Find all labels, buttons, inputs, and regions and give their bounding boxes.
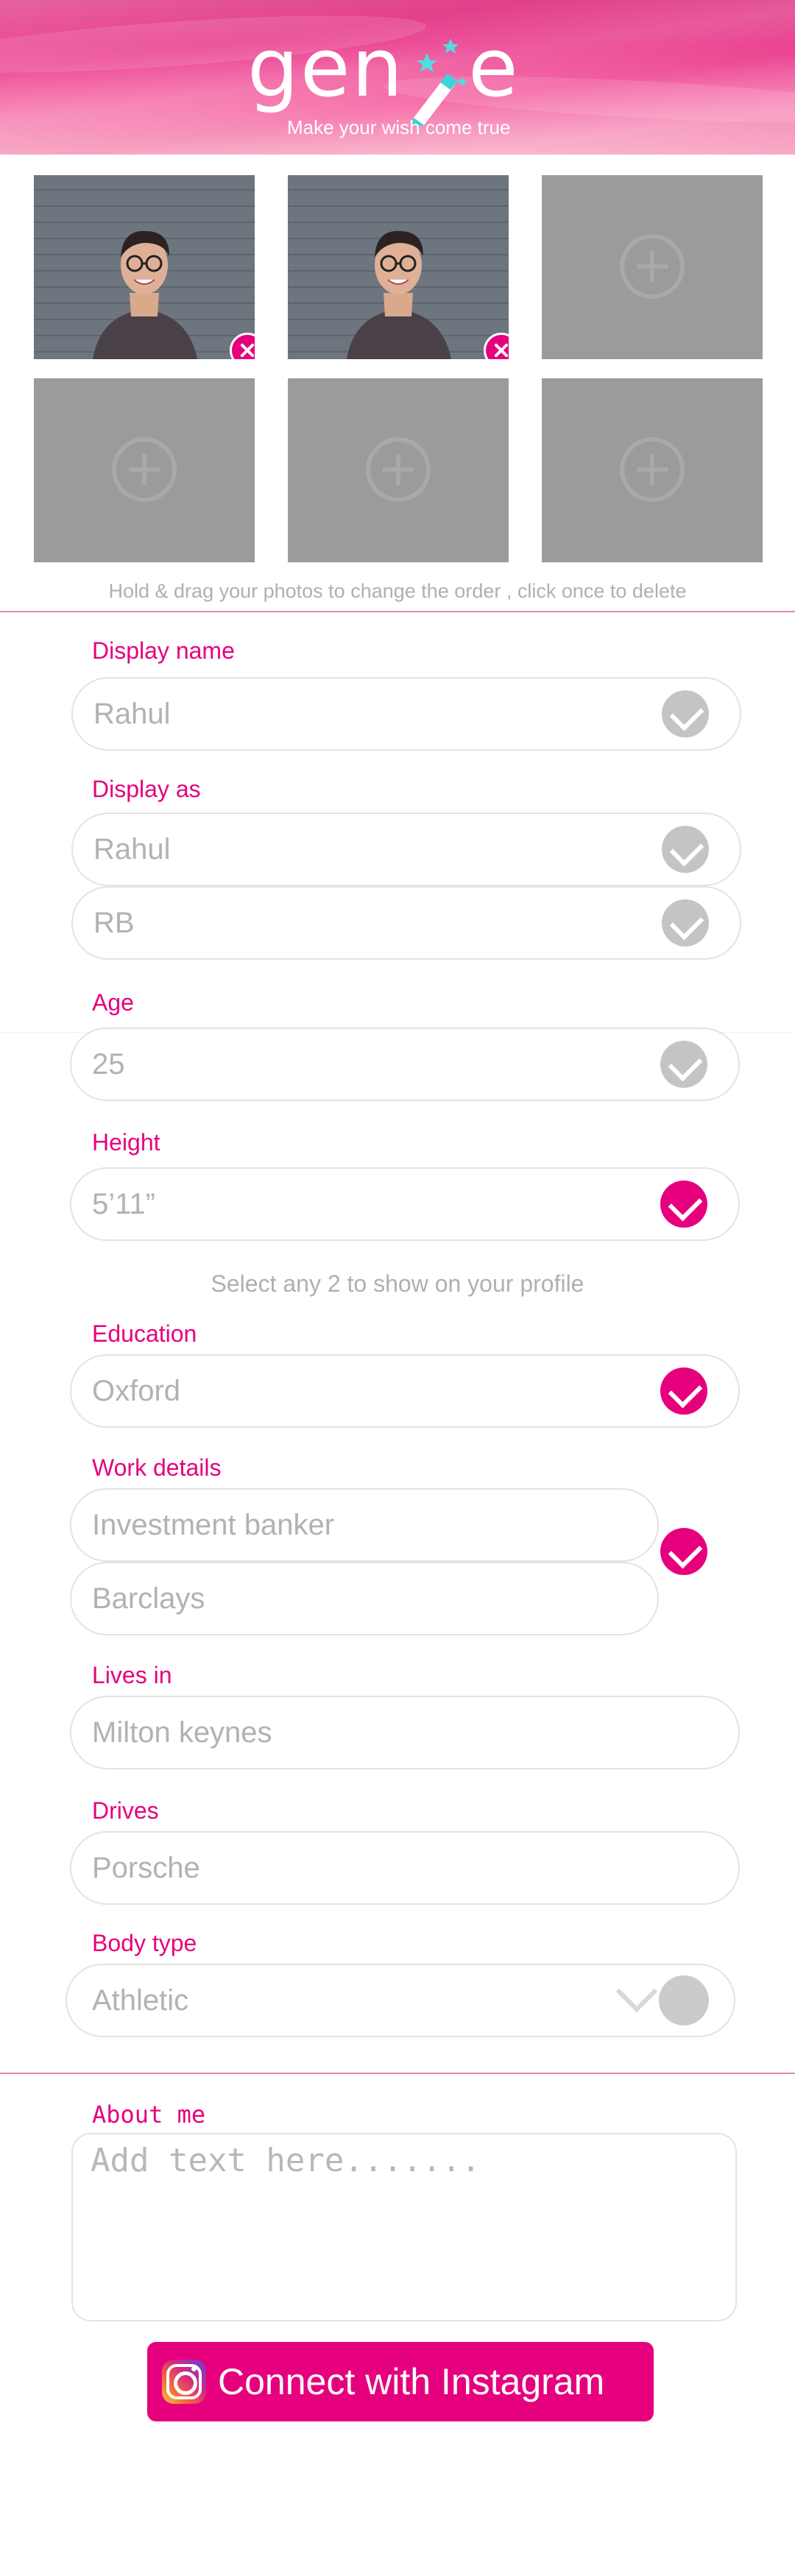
work-details-label: Work details	[92, 1454, 222, 1481]
work-title-field[interactable]: Investment banker	[70, 1488, 659, 1562]
display-name-field[interactable]: Rahul	[71, 677, 741, 751]
check-icon[interactable]	[662, 899, 709, 946]
add-photo-icon	[112, 437, 177, 502]
age-field[interactable]: 25	[70, 1027, 740, 1101]
chevron-down-icon	[615, 1970, 658, 2013]
profile-photo	[34, 175, 255, 359]
photo-hint: Hold & drag your photos to change the or…	[108, 580, 687, 602]
about-me-textarea[interactable]: Add text here.......	[71, 2133, 737, 2321]
work-title-value: Investment banker	[92, 1509, 335, 1541]
photo-slot-4[interactable]	[34, 378, 255, 562]
education-field[interactable]: Oxford	[70, 1354, 740, 1428]
drives-value: Porsche	[92, 1852, 200, 1884]
photo-slot-2[interactable]	[288, 175, 509, 359]
divider	[0, 2073, 795, 2074]
education-label: Education	[92, 1320, 197, 1347]
lives-in-label: Lives in	[92, 1662, 172, 1688]
display-as-field-2[interactable]: RB	[71, 886, 741, 960]
tagline: Make your wish come true	[287, 116, 511, 138]
body-type-label: Body type	[92, 1930, 197, 1956]
divider	[0, 611, 795, 612]
lives-in-field[interactable]: Milton keynes	[70, 1696, 740, 1769]
logo-text-right: e	[468, 21, 520, 115]
display-name-label: Display name	[92, 637, 235, 664]
check-icon[interactable]	[660, 1041, 707, 1088]
drives-label: Drives	[92, 1797, 159, 1824]
lives-in-value: Milton keynes	[92, 1716, 272, 1749]
add-photo-icon	[366, 437, 431, 502]
photo-slot-5[interactable]	[288, 378, 509, 562]
check-icon[interactable]	[662, 690, 709, 737]
height-label: Height	[92, 1129, 160, 1156]
profile-photo	[288, 175, 509, 359]
display-name-value: Rahul	[93, 698, 171, 730]
logo-text-left: gen	[247, 21, 405, 115]
height-field[interactable]: 5’11”	[70, 1167, 740, 1241]
body-type-select[interactable]: Athletic	[66, 1964, 735, 2037]
check-icon[interactable]	[662, 826, 709, 873]
display-as-label: Display as	[92, 776, 201, 802]
check-icon[interactable]	[660, 1367, 707, 1415]
height-value: 5’11”	[92, 1188, 155, 1220]
magic-wand-icon	[412, 38, 467, 127]
instagram-icon	[162, 2360, 206, 2404]
age-label: Age	[92, 989, 134, 1016]
select-hint: Select any 2 to show on your profile	[211, 1270, 584, 1297]
display-as-value-2: RB	[93, 907, 135, 939]
age-value: 25	[92, 1048, 125, 1080]
genie-logo: gen e	[247, 21, 542, 127]
body-type-value: Athletic	[92, 1984, 189, 2017]
about-me-placeholder: Add text here.......	[91, 2142, 481, 2179]
work-company-field[interactable]: Barclays	[70, 1562, 659, 1635]
drives-field[interactable]: Porsche	[70, 1831, 740, 1905]
work-company-value: Barclays	[92, 1582, 205, 1615]
connect-instagram-button[interactable]: Connect with Instagram	[147, 2342, 654, 2421]
check-icon[interactable]	[660, 1528, 707, 1575]
photo-slot-3[interactable]	[542, 175, 763, 359]
check-icon[interactable]	[660, 1181, 707, 1228]
add-photo-icon	[620, 437, 685, 502]
display-as-value-1: Rahul	[93, 833, 171, 866]
connect-instagram-label: Connect with Instagram	[218, 2361, 605, 2402]
photo-slot-6[interactable]	[542, 378, 763, 562]
app-header: gen e Make your wish come true	[0, 0, 795, 155]
toggle-knob-icon[interactable]	[659, 1975, 709, 2025]
photo-slot-1[interactable]	[34, 175, 255, 359]
about-me-label: About me	[92, 2101, 206, 2129]
education-value: Oxford	[92, 1375, 181, 1407]
add-photo-icon	[620, 234, 685, 299]
display-as-field-1[interactable]: Rahul	[71, 813, 741, 886]
